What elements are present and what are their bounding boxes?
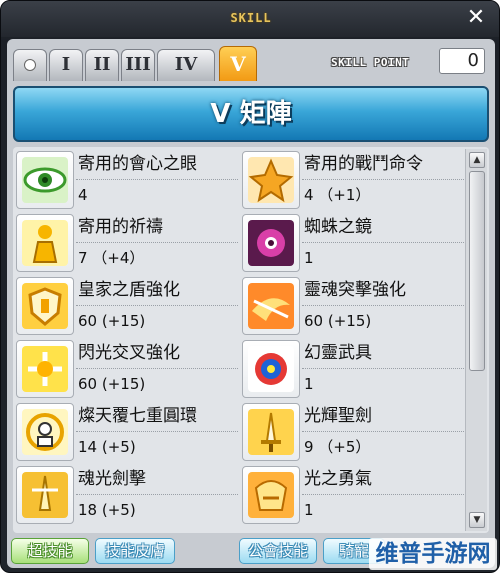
- scrollbar[interactable]: ▲ ▼: [465, 149, 487, 531]
- skill-level: 1: [304, 501, 314, 519]
- skill-name: 光輝聖劍: [302, 403, 464, 432]
- skill-level: 1: [304, 249, 314, 267]
- skill-item[interactable]: 寄用的會心之眼 4: [16, 151, 238, 209]
- skill-name: 幻靈武具: [302, 340, 464, 369]
- tab-0[interactable]: [13, 49, 47, 81]
- skill-point-label: SKILL POINT: [331, 56, 410, 69]
- eye-icon[interactable]: [16, 151, 74, 209]
- skill-name: 寄用的祈禱: [76, 214, 238, 243]
- skill-name: 皇家之盾強化: [76, 277, 238, 306]
- skill-level: 14 (+5): [78, 438, 136, 456]
- guild-skill-button[interactable]: 公會技能: [239, 538, 317, 564]
- soul-assault-icon[interactable]: [242, 277, 300, 335]
- scroll-up-icon[interactable]: ▲: [469, 152, 485, 168]
- skill-name: 寄用的會心之眼: [76, 151, 238, 180]
- skill-level: 60 (+15): [78, 312, 146, 330]
- page-title: V 矩陣: [13, 86, 489, 142]
- skill-name: 光之勇氣: [302, 466, 464, 495]
- scroll-down-icon[interactable]: ▼: [469, 512, 485, 528]
- skill-name: 燦天覆七重圓環: [76, 403, 238, 432]
- skill-item[interactable]: 皇家之盾強化 60 (+15): [16, 277, 238, 335]
- shield-icon[interactable]: [16, 277, 74, 335]
- skill-item[interactable]: 光輝聖劍 9 （+5）: [242, 403, 464, 461]
- skill-item[interactable]: 魂光劍擊 18 (+5): [16, 466, 238, 524]
- tab-4[interactable]: IV: [157, 49, 215, 81]
- skill-name: 寄用的戰鬥命令: [302, 151, 464, 180]
- skill-item[interactable]: 燦天覆七重圓環 14 (+5): [16, 403, 238, 461]
- skill-item[interactable]: 寄用的戰鬥命令 4 （+1）: [242, 151, 464, 209]
- skill-level: 9 （+5）: [304, 438, 371, 456]
- command-icon[interactable]: [242, 151, 300, 209]
- skill-window: SKILL ✕ I II III IV V SKILL POINT 0 V 矩陣…: [0, 0, 500, 573]
- title-bar[interactable]: SKILL ✕: [1, 1, 499, 37]
- skill-level: 1: [304, 375, 314, 393]
- tab-3[interactable]: III: [121, 49, 155, 81]
- skill-level: 4: [78, 186, 88, 204]
- window-title: SKILL: [230, 11, 272, 25]
- skill-level: 4 （+1）: [304, 186, 371, 204]
- watermark: 维普手游网: [369, 538, 497, 570]
- hyper-skill-button[interactable]: 超技能: [11, 538, 89, 564]
- skill-name: 閃光交叉強化: [76, 340, 238, 369]
- skill-skin-button[interactable]: 技能皮膚: [95, 538, 175, 564]
- skill-item[interactable]: 靈魂突擊強化 60 (+15): [242, 277, 464, 335]
- skill-item[interactable]: 幻靈武具 1: [242, 340, 464, 398]
- prayer-icon[interactable]: [16, 214, 74, 272]
- skill-item[interactable]: 寄用的祈禱 7 （+4）: [16, 214, 238, 272]
- soul-sword-icon[interactable]: [16, 466, 74, 524]
- skill-level: 60 (+15): [78, 375, 146, 393]
- phantom-weapon-icon[interactable]: [242, 340, 300, 398]
- skill-level: 60 (+15): [304, 312, 372, 330]
- ring-icon[interactable]: [16, 403, 74, 461]
- flash-cross-icon[interactable]: [16, 340, 74, 398]
- scroll-thumb[interactable]: [469, 171, 485, 371]
- skill-item[interactable]: 蜘蛛之鏡 1: [242, 214, 464, 272]
- tab-1[interactable]: I: [49, 49, 83, 81]
- skill-level: 7 （+4）: [78, 249, 145, 267]
- light-courage-icon[interactable]: [242, 466, 300, 524]
- skill-item[interactable]: 光之勇氣 1: [242, 466, 464, 524]
- tab-2[interactable]: II: [85, 49, 119, 81]
- dot-icon: [24, 59, 36, 71]
- tab-5[interactable]: V: [219, 46, 257, 81]
- skill-name: 靈魂突擊強化: [302, 277, 464, 306]
- holy-sword-icon[interactable]: [242, 403, 300, 461]
- spider-mirror-icon[interactable]: [242, 214, 300, 272]
- close-icon[interactable]: ✕: [465, 7, 487, 29]
- skill-item[interactable]: 閃光交叉強化 60 (+15): [16, 340, 238, 398]
- skill-level: 18 (+5): [78, 501, 136, 519]
- skill-name: 蜘蛛之鏡: [302, 214, 464, 243]
- skill-point-value: 0: [439, 48, 485, 74]
- skill-name: 魂光劍擊: [76, 466, 238, 495]
